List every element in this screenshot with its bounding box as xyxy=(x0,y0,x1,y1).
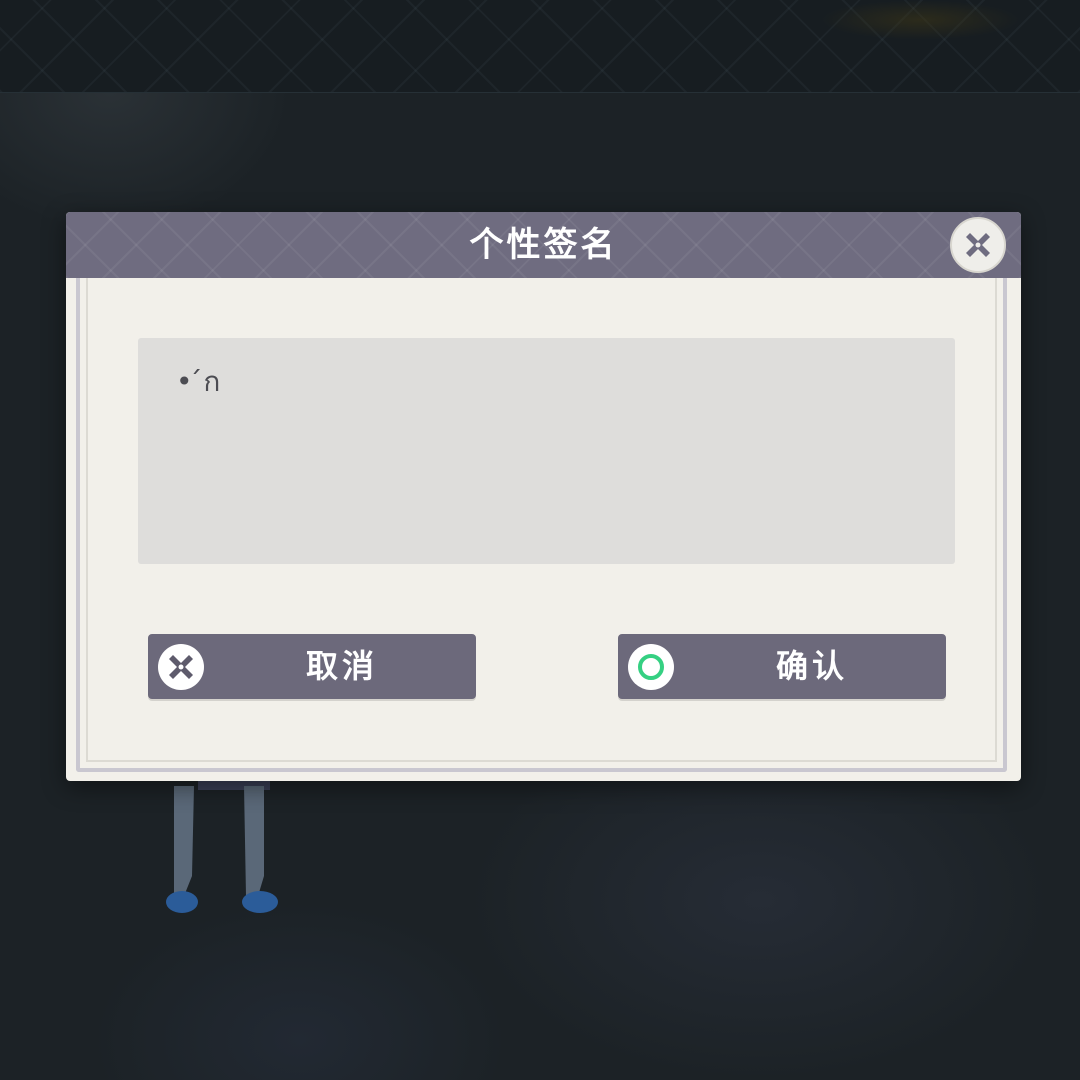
circle-icon xyxy=(638,654,664,680)
close-icon xyxy=(966,233,990,257)
signature-dialog: 个性签名 • ́ก 取消 确认 xyxy=(66,212,1021,781)
close-icon xyxy=(169,655,193,679)
close-button[interactable] xyxy=(950,217,1006,273)
signature-text: • ́ก xyxy=(176,365,222,398)
signature-input[interactable]: • ́ก xyxy=(138,338,955,564)
cancel-label: 取消 xyxy=(305,647,378,685)
confirm-icon-badge xyxy=(628,644,674,690)
confirm-button[interactable]: 确认 xyxy=(618,634,946,699)
character-figure xyxy=(166,776,278,913)
cancel-icon-badge xyxy=(158,644,204,690)
confirm-label: 确认 xyxy=(775,647,848,685)
cancel-button[interactable]: 取消 xyxy=(148,634,476,699)
background-glow xyxy=(820,0,1020,40)
dialog-title: 个性签名 xyxy=(469,225,618,265)
